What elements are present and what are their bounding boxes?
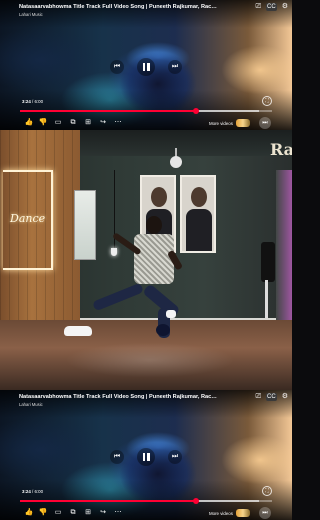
- progress-played: [20, 500, 197, 502]
- remix-icon[interactable]: ⧉: [68, 118, 78, 128]
- next-icon[interactable]: ⏭: [168, 60, 182, 74]
- more-videos-thumbnail: [235, 119, 250, 127]
- cast-icon[interactable]: ⎚: [255, 3, 261, 11]
- thumbs-up-icon[interactable]: 👍: [24, 508, 34, 518]
- pause-button[interactable]: [137, 448, 155, 466]
- more-icon[interactable]: ⋯: [113, 508, 123, 518]
- more-videos-button[interactable]: More videos: [209, 508, 250, 518]
- dancer-knee: [156, 324, 170, 336]
- skip-icon[interactable]: ⏭: [259, 117, 271, 129]
- fullscreen-icon[interactable]: ⛶: [262, 96, 272, 106]
- progress-bar[interactable]: [20, 108, 272, 114]
- time-total: 6:00: [34, 489, 44, 494]
- share-icon[interactable]: ↪: [98, 118, 108, 128]
- fullscreen-icon[interactable]: ⛶: [262, 486, 272, 496]
- previous-icon[interactable]: ⏮: [110, 60, 124, 74]
- thumbs-down-icon[interactable]: 👎: [38, 508, 48, 518]
- time-total: 6:00: [34, 99, 44, 104]
- more-videos-thumbnail: [235, 509, 250, 517]
- more-videos-label: More videos: [209, 510, 233, 516]
- video-title[interactable]: Natasaarvabhowma Title Track Full Video …: [19, 4, 219, 10]
- share-icon[interactable]: ↪: [98, 508, 108, 518]
- dancer-shoe-right: [166, 310, 176, 318]
- video-player-top[interactable]: Natasaarvabhowma Title Track Full Video …: [0, 0, 292, 130]
- save-icon[interactable]: ⊞: [83, 508, 93, 518]
- captions-icon[interactable]: CC: [266, 3, 277, 11]
- dancer-shoe-left: [64, 326, 92, 336]
- save-icon[interactable]: ⊞: [83, 118, 93, 128]
- action-bar: 👍 👎 ▭ ⧉ ⊞ ↪ ⋯ More videos ⏭: [0, 507, 292, 520]
- dancer-head: [146, 216, 162, 234]
- video-title[interactable]: Natasaarvabhowma Title Track Full Video …: [19, 394, 219, 400]
- more-videos-label: More videos: [209, 120, 233, 126]
- video-player-bottom[interactable]: Natasaarvabhowma Title Track Full Video …: [0, 390, 292, 520]
- gear-icon[interactable]: ⚙: [282, 3, 288, 11]
- action-bar: 👍 👎 ▭ ⧉ ⊞ ↪ ⋯ More videos ⏭: [0, 117, 292, 130]
- time-display: 3:24 / 6:00: [22, 99, 43, 104]
- dancer-shirt: [134, 234, 174, 284]
- more-icon[interactable]: ⋯: [113, 118, 123, 128]
- top-icons: ⎚ CC ⚙: [255, 393, 288, 401]
- comment-icon[interactable]: ▭: [53, 118, 63, 128]
- comment-icon[interactable]: ▭: [53, 508, 63, 518]
- time-display: 3:24 / 6:00: [22, 489, 43, 494]
- next-icon[interactable]: ⏭: [168, 450, 182, 464]
- time-current: 3:24: [22, 99, 31, 104]
- previous-icon[interactable]: ⏮: [110, 450, 124, 464]
- pause-icon: [142, 63, 150, 71]
- captions-icon[interactable]: CC: [266, 393, 277, 401]
- top-icons: ⎚ CC ⚙: [255, 3, 288, 11]
- playback-controls: ⏮ ⏭: [0, 448, 292, 466]
- dancer: [0, 130, 292, 390]
- pause-button[interactable]: [137, 58, 155, 76]
- remix-icon[interactable]: ⧉: [68, 508, 78, 518]
- time-current: 3:24: [22, 489, 31, 494]
- channel-name[interactable]: Lahari Music: [19, 402, 43, 407]
- skip-icon[interactable]: ⏭: [259, 507, 271, 519]
- more-videos-button[interactable]: More videos: [209, 118, 250, 128]
- cast-icon[interactable]: ⎚: [255, 393, 261, 401]
- progress-bar[interactable]: [20, 498, 272, 504]
- playback-controls: ⏮ ⏭: [0, 58, 292, 76]
- dancer-leg-left: [92, 282, 144, 312]
- gear-icon[interactable]: ⚙: [282, 393, 288, 401]
- pause-icon: [142, 453, 150, 461]
- thumbs-down-icon[interactable]: 👎: [38, 118, 48, 128]
- dance-video-frame: Dance Ra: [0, 130, 292, 390]
- channel-name[interactable]: Lahari Music: [19, 12, 43, 17]
- thumbs-up-icon[interactable]: 👍: [24, 118, 34, 128]
- progress-played: [20, 110, 197, 112]
